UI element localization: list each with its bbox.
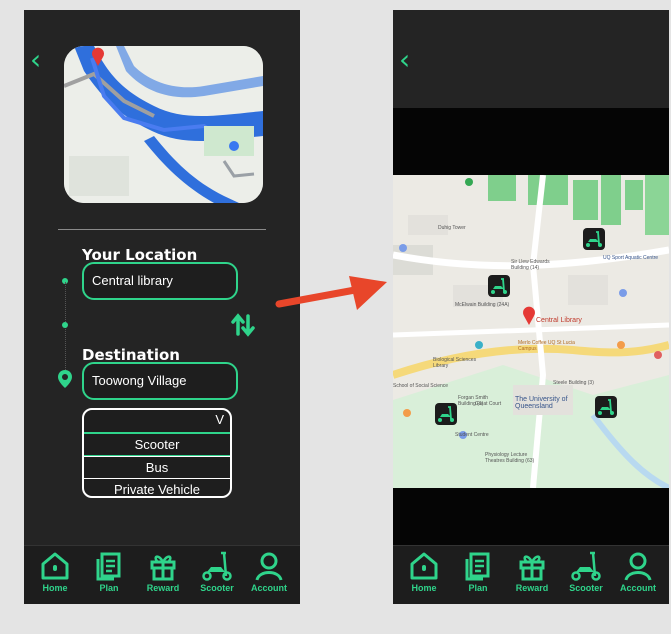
dropdown-header[interactable]: V — [84, 410, 230, 432]
scooter-marker[interactable] — [595, 396, 617, 418]
school-science-label: School of Social Science — [393, 383, 449, 389]
account-icon — [624, 552, 652, 581]
nav-plan-label: Plan — [99, 583, 119, 593]
nav-scooter-label: Scooter — [200, 583, 234, 593]
flow-arrow-icon — [275, 276, 387, 310]
home-icon — [410, 552, 438, 580]
nav-reward-label: Reward — [146, 583, 180, 593]
gift-icon — [150, 555, 176, 581]
bottom-nav: Home Plan Reward Scooter Account — [393, 545, 669, 604]
scooter-marker[interactable] — [435, 403, 457, 425]
divider — [58, 229, 266, 230]
scooter-icon — [586, 231, 602, 247]
destination-pin-icon — [58, 370, 72, 388]
scooter-icon — [491, 278, 507, 294]
nav-scooter-label: Scooter — [569, 583, 603, 593]
transport-dropdown[interactable]: V Scooter Bus Private Vehicle — [82, 408, 232, 498]
account-icon — [255, 552, 283, 581]
duhig-label: Duhig Tower — [438, 225, 466, 231]
scooter-marker[interactable] — [488, 275, 510, 297]
nav-home-label: Home — [411, 583, 437, 593]
sir-llew-label: Sir Llew Edwards Building (14) — [511, 259, 550, 271]
student-centre-label: Student Centre — [455, 432, 489, 438]
option-scooter[interactable]: Scooter — [84, 432, 230, 456]
bottom-nav: Home Plan Reward Scooter Account — [24, 545, 300, 604]
location-input[interactable]: Central library — [82, 262, 238, 300]
biological-label: Biological Sciences Library — [433, 357, 477, 369]
nav-scooter[interactable]: Scooter — [192, 550, 242, 593]
route-map-thumbnail[interactable] — [64, 46, 263, 203]
forgan-label: Forgan Smith Building (1) — [458, 395, 489, 407]
chevron-down-icon: V — [215, 412, 224, 427]
steele-label: Steele Building (3) — [553, 380, 594, 386]
back-button[interactable]: ‹ — [399, 46, 410, 74]
merlo-label: Merlo Coffee UQ St Lucia Campus — [518, 340, 575, 352]
nav-account-label: Account — [620, 583, 656, 593]
map-top-band — [393, 108, 669, 175]
nav-home[interactable]: Home — [30, 550, 80, 593]
destination-input[interactable]: Toowong Village — [82, 362, 238, 400]
uq-sport-label: UQ Sport Aquatic Centre — [603, 255, 659, 261]
scooter-icon — [202, 551, 232, 581]
nav-home[interactable]: Home — [399, 550, 449, 593]
nav-account-label: Account — [251, 583, 287, 593]
campus-map-image — [393, 175, 669, 488]
route-map-image — [64, 46, 263, 203]
swap-icon[interactable] — [230, 312, 256, 338]
back-button[interactable]: ‹ — [30, 46, 41, 74]
nav-reward[interactable]: Reward — [507, 550, 557, 593]
scooter-icon — [438, 406, 454, 422]
nav-reward-label: Reward — [515, 583, 549, 593]
nav-account[interactable]: Account — [244, 550, 294, 593]
scooter-marker[interactable] — [583, 228, 605, 250]
scooter-icon — [598, 399, 614, 415]
scooter-icon — [571, 551, 601, 581]
nav-scooter[interactable]: Scooter — [561, 550, 611, 593]
home-icon — [41, 552, 69, 580]
option-bus[interactable]: Bus — [84, 456, 230, 478]
nav-plan[interactable]: Plan — [84, 550, 134, 593]
nav-reward[interactable]: Reward — [138, 550, 188, 593]
map-bottom-band — [393, 488, 669, 546]
physiology-label: Physiology Lecture Theatres Building (63… — [485, 452, 535, 464]
university-label: The University of Queensland — [515, 396, 568, 410]
nav-home-label: Home — [42, 583, 68, 593]
plan-icon — [96, 552, 121, 581]
option-private-vehicle[interactable]: Private Vehicle — [84, 478, 230, 496]
scooter-map-screen: ‹ Central Library The University of Quee… — [393, 10, 669, 604]
midpoint-dot — [62, 322, 68, 328]
central-library-label: Central Library — [536, 317, 582, 324]
nav-plan-label: Plan — [468, 583, 488, 593]
plan-screen: ‹ Your Location Central library Destinat… — [24, 10, 300, 604]
plan-icon — [465, 552, 490, 581]
gift-icon — [519, 555, 545, 581]
nav-account[interactable]: Account — [613, 550, 663, 593]
nav-plan[interactable]: Plan — [453, 550, 503, 593]
scooter-map[interactable]: Central Library The University of Queens… — [393, 175, 669, 488]
mcelwain-label: McElwain Building (24A) — [455, 302, 510, 308]
